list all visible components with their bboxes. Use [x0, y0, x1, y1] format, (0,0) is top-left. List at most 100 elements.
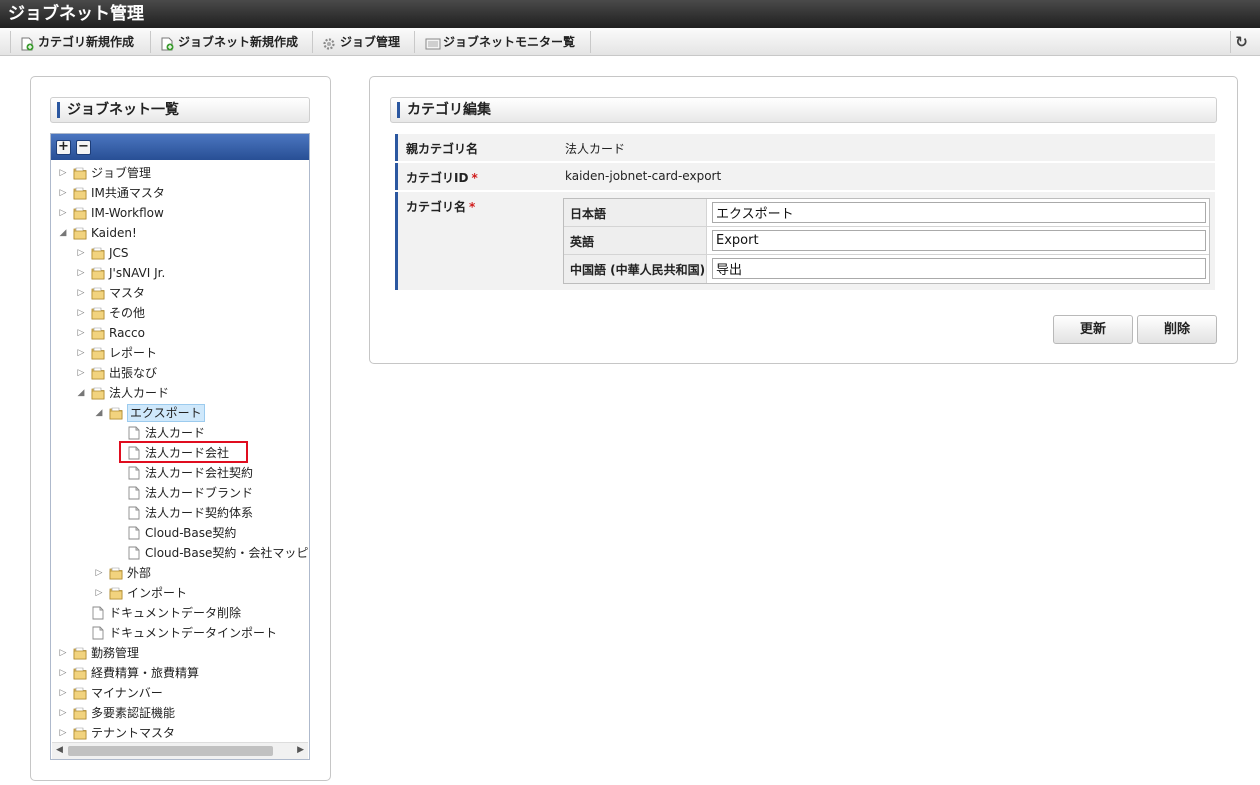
category-edit-title: カテゴリ編集 [390, 97, 1217, 123]
category-name-ja-input[interactable] [712, 202, 1206, 223]
tree-item[interactable]: Cloud-Base契約 [111, 523, 236, 543]
tree-item[interactable]: ▷ 勤務管理 [57, 643, 139, 663]
tree-item[interactable]: ◢ Kaiden! [57, 223, 137, 243]
jobnet-monitor-label: ジョブネットモニター覧 [443, 35, 576, 49]
expand-arrow-icon[interactable]: ▷ [75, 303, 87, 323]
tree-item-label: JCS [109, 246, 129, 260]
tree-item[interactable]: ◢ エクスポート [93, 403, 205, 423]
expand-all-button[interactable]: + [56, 140, 71, 155]
expand-arrow-icon[interactable]: ▷ [93, 583, 105, 603]
tree-item[interactable]: ドキュメントデータ削除 [75, 603, 241, 623]
tree-item[interactable]: ▷ 多要素認証機能 [57, 703, 175, 723]
tree-item[interactable]: ▷ マイナンバー [57, 683, 163, 703]
locale-row-zh: 中国語 (中華人民共和国) [564, 255, 1209, 283]
horizontal-scrollbar[interactable]: ◀ ▶ [52, 742, 308, 759]
tree-item[interactable]: 法人カード契約体系 [111, 503, 253, 523]
category-name-en-input[interactable] [712, 230, 1206, 251]
tree-item-label: マスタ [109, 286, 146, 300]
expand-arrow-icon[interactable]: ▷ [57, 723, 69, 743]
tree-item[interactable]: ▷ レポート [75, 343, 157, 363]
new-document-icon [20, 35, 34, 51]
category-name-label-text: カテゴリ名 [406, 200, 467, 214]
expand-arrow-icon[interactable]: ▷ [75, 343, 87, 363]
tree-item[interactable]: ドキュメントデータインポート [75, 623, 277, 643]
update-button[interactable]: 更新 [1053, 315, 1133, 344]
tree-item[interactable]: ▷ ジョブ管理 [57, 163, 151, 183]
folder-icon [91, 306, 105, 320]
category-name-zh-input[interactable] [712, 258, 1206, 279]
expand-arrow-icon[interactable]: ▷ [57, 663, 69, 683]
tree-item-label: J'sNAVI Jr. [109, 266, 166, 280]
collapse-arrow-icon[interactable]: ◢ [57, 223, 69, 243]
expand-arrow-icon[interactable]: ▷ [57, 703, 69, 723]
monitor-list-icon [425, 35, 441, 50]
delete-button[interactable]: 削除 [1137, 315, 1217, 344]
tree-item-label: Kaiden! [91, 226, 137, 240]
category-id-row: カテゴリID * kaiden-jobnet-card-export [395, 163, 1215, 190]
job-management-button[interactable]: ジョブ管理 [322, 30, 400, 54]
expand-arrow-icon[interactable]: ▷ [57, 183, 69, 203]
collapse-arrow-icon[interactable]: ◢ [93, 403, 105, 423]
tree-item[interactable]: ▷ マスタ [75, 283, 145, 303]
folder-icon [73, 666, 87, 680]
folder-icon [73, 706, 87, 720]
tree-item[interactable]: ▷ IM共通マスタ [57, 183, 165, 203]
expand-arrow-icon[interactable]: ▷ [57, 203, 69, 223]
tree-item[interactable]: ▷ テナントマスタ [57, 723, 175, 743]
tree-item[interactable]: ◢ 法人カード [75, 383, 169, 403]
new-category-label: カテゴリ新規作成 [38, 35, 135, 49]
file-icon [91, 626, 104, 640]
tree-item[interactable]: ▷ インポート [93, 583, 187, 603]
tree-item[interactable]: ▷ J'sNAVI Jr. [75, 263, 166, 283]
required-mark: * [471, 171, 478, 185]
folder-icon [91, 386, 105, 400]
tree-item[interactable]: ▷ IM-Workflow [57, 203, 164, 223]
expand-arrow-icon[interactable]: ▷ [75, 243, 87, 263]
tree-item[interactable]: 法人カードブランド [111, 483, 253, 503]
new-category-button[interactable]: カテゴリ新規作成 [20, 30, 134, 54]
collapse-all-button[interactable]: − [76, 140, 91, 155]
expand-arrow-icon[interactable]: ▷ [57, 643, 69, 663]
tree-item[interactable]: ▷ JCS [75, 243, 129, 263]
scroll-right-icon[interactable]: ▶ [297, 745, 304, 755]
app-title: ジョブネット管理 [8, 4, 144, 24]
expand-arrow-icon[interactable]: ▷ [93, 563, 105, 583]
tree-item[interactable]: Cloud-Base契約・会社マッピ [111, 543, 308, 563]
tree-item-label: エクスポート [127, 404, 205, 422]
collapse-arrow-icon[interactable]: ◢ [75, 383, 87, 403]
scroll-left-icon[interactable]: ◀ [56, 745, 63, 755]
refresh-icon[interactable]: ↻ [1230, 31, 1252, 53]
locale-label-en: 英語 [564, 227, 707, 254]
tree-item[interactable]: 法人カード会社契約 [111, 463, 253, 483]
expand-arrow-icon[interactable]: ▷ [75, 323, 87, 343]
tree-item[interactable]: ▷ Racco [75, 323, 145, 343]
highlight-frame [119, 441, 248, 463]
expand-arrow-icon[interactable]: ▷ [75, 283, 87, 303]
folder-icon [91, 266, 105, 280]
tree-item[interactable]: ▷ 経費精算・旅費精算 [57, 663, 199, 683]
jobnet-monitor-button[interactable]: ジョブネットモニター覧 [425, 30, 575, 54]
scrollbar-thumb[interactable] [68, 746, 273, 756]
tree-item-label: 勤務管理 [91, 646, 140, 660]
category-id-value: kaiden-jobnet-card-export [557, 163, 1215, 190]
tree-item[interactable]: 法人カード [111, 423, 205, 443]
expand-arrow-icon[interactable]: ▷ [57, 163, 69, 183]
tree-item[interactable]: ▷ 外部 [93, 563, 151, 583]
required-mark: * [469, 200, 476, 214]
new-jobnet-button[interactable]: ジョブネット新規作成 [160, 30, 298, 54]
tree-item-label: Cloud-Base契約 [145, 526, 237, 540]
tree-item-label: IM-Workflow [91, 206, 164, 220]
expand-arrow-icon[interactable]: ▷ [75, 363, 87, 383]
locale-label-ja: 日本語 [564, 199, 707, 226]
expand-arrow-icon[interactable]: ▷ [57, 683, 69, 703]
tree-item[interactable]: ▷ その他 [75, 303, 145, 323]
folder-icon [109, 406, 123, 420]
locale-name-table: 日本語 英語 中国語 (中華人民共和国) [563, 198, 1210, 284]
new-document-icon [160, 35, 174, 51]
locale-row-en: 英語 [564, 227, 1209, 255]
expand-arrow-icon[interactable]: ▷ [75, 263, 87, 283]
tree-item-label: Cloud-Base契約・会社マッピ [145, 546, 309, 560]
file-icon [127, 466, 140, 480]
tree-item[interactable]: ▷ 出張なび [75, 363, 157, 383]
folder-icon [73, 686, 87, 700]
